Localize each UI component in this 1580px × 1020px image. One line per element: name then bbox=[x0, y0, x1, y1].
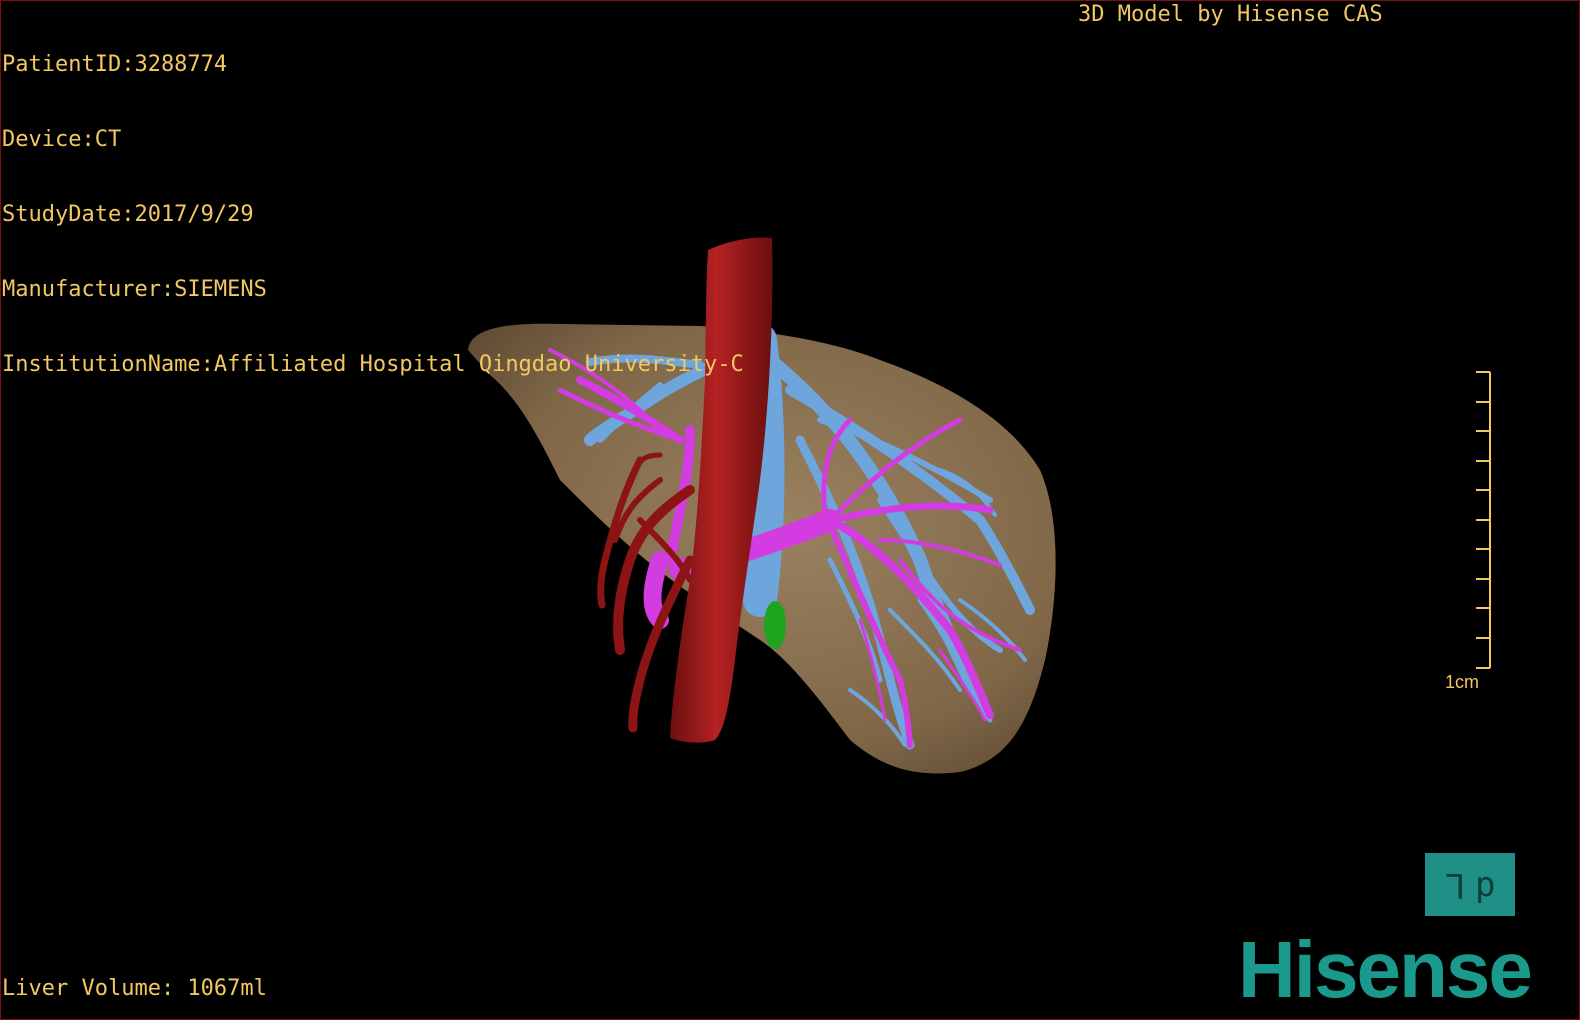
scale-bar bbox=[1476, 371, 1491, 669]
patient-id-text: PatientID:3288774 bbox=[2, 52, 228, 77]
orientation-left-glyph: L bbox=[1444, 864, 1465, 905]
manufacturer-text: Manufacturer:SIEMENS bbox=[2, 277, 267, 302]
orientation-right-glyph: p bbox=[1475, 864, 1496, 905]
institution-text: InstitutionName:Affiliated Hospital Qing… bbox=[2, 352, 744, 377]
dicom-info-overlay: PatientID:3288774 Device:CT StudyDate:20… bbox=[2, 2, 744, 402]
device-text: Device:CT bbox=[2, 127, 122, 152]
scale-bar-label: 1cm bbox=[1445, 672, 1480, 692]
liver-volume-text: Liver Volume: 1067ml bbox=[2, 976, 267, 1001]
hisense-logo: Hisense bbox=[1238, 925, 1533, 1014]
orientation-marker-button[interactable]: L p bbox=[1425, 853, 1515, 916]
lesion-marker[interactable] bbox=[764, 601, 786, 649]
study-date-text: StudyDate:2017/9/29 bbox=[2, 202, 254, 227]
model-credit-text: 3D Model by Hisense CAS bbox=[1078, 2, 1383, 27]
